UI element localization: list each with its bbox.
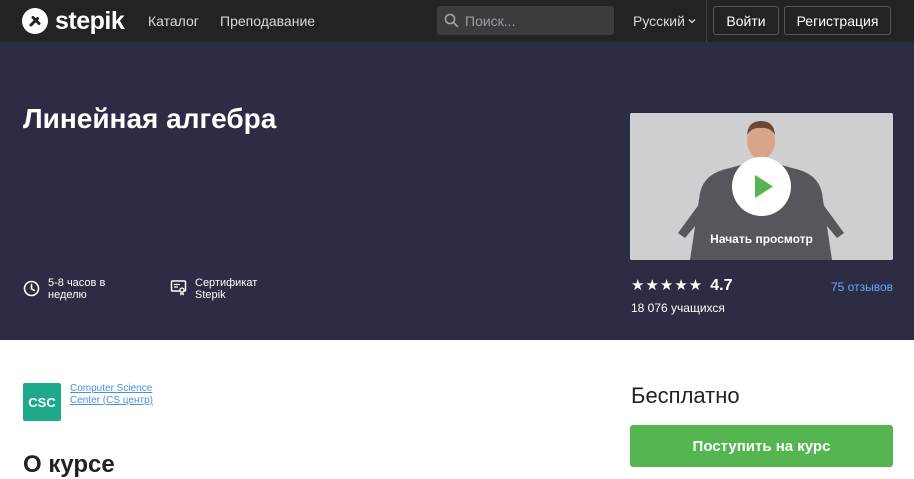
- language-label: Русский: [633, 13, 685, 29]
- course-rating: ★★★★★ 4.7: [631, 278, 733, 294]
- feature-duration-text: 5-8 часов в неделю: [48, 277, 106, 301]
- course-price: Бесплатно: [631, 383, 740, 408]
- start-preview-label: Начать просмотр: [710, 232, 813, 246]
- play-button[interactable]: [732, 157, 791, 216]
- login-button[interactable]: Войти: [713, 6, 779, 35]
- course-author: CSC Computer Science Center (CS центр): [23, 383, 160, 421]
- search-input[interactable]: [465, 12, 605, 29]
- nav-divider: [706, 0, 707, 42]
- register-button[interactable]: Регистрация: [784, 6, 891, 35]
- play-icon: [755, 175, 773, 198]
- feature-certificate: Сертификат Stepik: [170, 277, 270, 301]
- learners-count: 18 076 учащихся: [631, 301, 725, 315]
- stepik-logo[interactable]: stepik: [22, 6, 125, 36]
- clock-icon: [23, 280, 40, 297]
- nav-link-teaching[interactable]: Преподавание: [220, 13, 315, 29]
- author-name-link[interactable]: Computer Science Center (CS центр): [70, 383, 160, 407]
- feature-duration: 5-8 часов в неделю: [23, 277, 123, 301]
- enroll-button[interactable]: Поступить на курс: [630, 425, 893, 467]
- certificate-icon: [170, 280, 187, 296]
- feature-certificate-text: Сертификат Stepik: [195, 277, 258, 301]
- reviews-link[interactable]: 75 отзывов: [831, 280, 893, 294]
- author-logo[interactable]: CSC: [23, 383, 61, 421]
- search-icon: [444, 13, 459, 28]
- course-title: Линейная алгебра: [23, 103, 277, 134]
- nav-link-catalog[interactable]: Каталог: [148, 13, 199, 29]
- search-box[interactable]: [437, 6, 614, 35]
- about-course-heading: О курсе: [23, 451, 115, 478]
- logo-text: stepik: [55, 7, 125, 35]
- course-hero: Линейная алгебра 5-8 часов в неделю Серт…: [0, 42, 914, 340]
- chevron-down-icon: [688, 19, 696, 24]
- promo-video[interactable]: Начать просмотр: [630, 113, 893, 260]
- stepik-logo-icon: [22, 8, 48, 34]
- rating-stars-icon: ★★★★★: [631, 277, 704, 294]
- language-selector[interactable]: Русский: [633, 13, 696, 29]
- top-navbar: stepik Каталог Преподавание Русский Войт…: [0, 0, 914, 42]
- rating-value: 4.7: [710, 277, 733, 294]
